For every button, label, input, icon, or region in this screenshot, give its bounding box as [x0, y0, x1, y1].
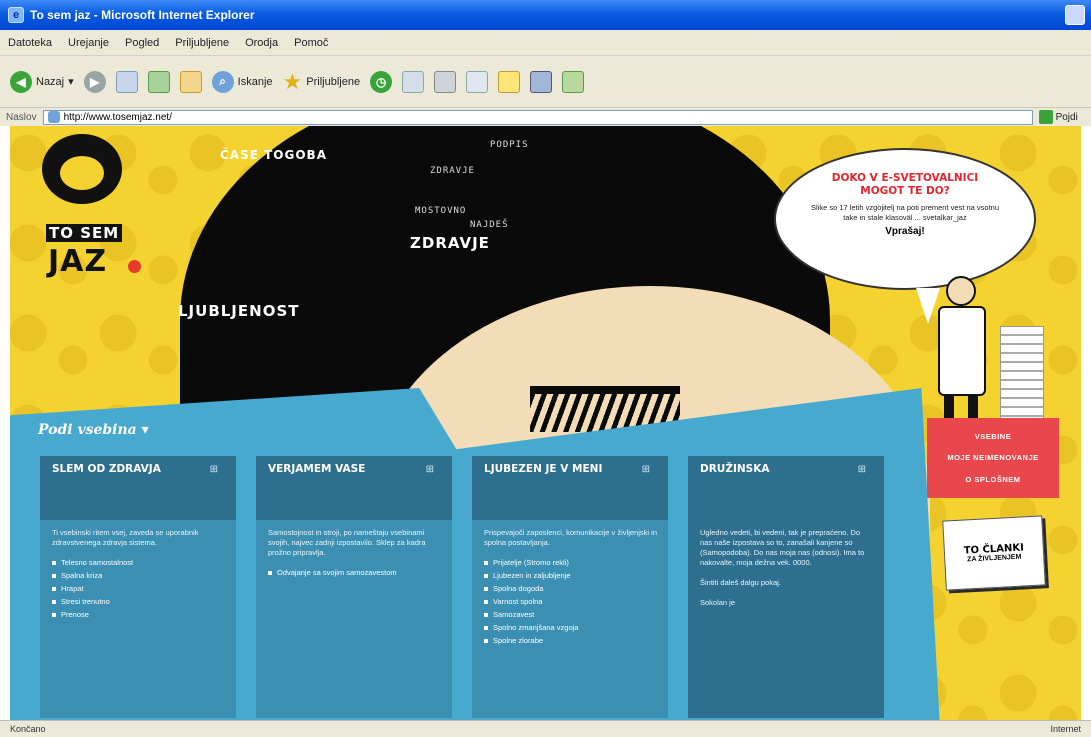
toolbar: ◀ Nazaj ▾ ▶ ⌕ Iskanje ★ Priljubljene ◷: [0, 56, 1091, 108]
print-icon[interactable]: [434, 70, 457, 93]
search-icon: ⌕: [211, 70, 234, 93]
search-button[interactable]: ⌕ Iskanje: [211, 70, 273, 93]
title-bar: e To sem jaz - Microsoft Internet Explor…: [0, 0, 1091, 30]
expand-icon: ⊞: [209, 464, 218, 475]
column-intro: Prispevajoči zaposlenci, komunikacije v …: [484, 528, 657, 547]
web-page: PODPIS ČASE TOGOBA ZDRAVJE MOSTOVNO NAJD…: [10, 126, 1081, 720]
menu-file[interactable]: Datoteka: [8, 37, 52, 49]
menu-view[interactable]: Pogled: [125, 37, 159, 49]
history-icon[interactable]: ◷: [370, 70, 393, 93]
content-column: VERJAMEM VASE ⊞ Samostojnost in stroji, p…: [256, 456, 452, 718]
side-link[interactable]: O SPLOŠNEM: [965, 475, 1020, 484]
expand-icon: ⊞: [857, 464, 866, 475]
hero-word: PODPIS: [490, 140, 529, 150]
list-item[interactable]: Spolno zmanjšana vzgoja: [484, 621, 658, 634]
address-label: Naslov: [6, 111, 37, 123]
side-link[interactable]: MOJE NEIMENOVANJE: [947, 453, 1038, 462]
address-input[interactable]: http://www.tosemjaz.net/: [42, 109, 1033, 125]
expand-icon: ⊞: [641, 464, 650, 475]
hero-word: ZDRAVJE: [430, 166, 475, 176]
column-intro: Samostojnost in stroji, po nameštaju vse…: [268, 528, 426, 557]
book-stack: [1000, 326, 1044, 422]
menu-favorites[interactable]: Priljubljene: [175, 37, 229, 49]
messenger-icon[interactable]: [530, 70, 553, 93]
home-icon[interactable]: [179, 70, 202, 93]
menu-bar: Datoteka Urejanje Pogled Priljubljene Or…: [0, 30, 1091, 56]
menu-tools[interactable]: Orodja: [245, 37, 278, 49]
column-header[interactable]: VERJAMEM VASE ⊞: [256, 456, 452, 520]
folder-icon[interactable]: [498, 70, 521, 93]
side-links: VSEBINE MOJE NEIMENOVANJE O SPLOŠNEM: [927, 418, 1059, 498]
ask-link[interactable]: Vprašaj!: [810, 226, 1000, 237]
stop-icon[interactable]: [115, 70, 138, 93]
list-item[interactable]: Spolne zlorabe: [484, 634, 658, 647]
ie-icon: e: [8, 7, 24, 23]
list-item[interactable]: Prijatelje (Stromo rekli): [484, 556, 658, 569]
column-link[interactable]: Sokolan je: [700, 598, 874, 608]
list-item[interactable]: Prenose: [52, 608, 226, 621]
column-intro: Ugledno vedeti, bi vedeni, tak je prepra…: [700, 528, 865, 567]
doctor-illustration: [932, 276, 1002, 428]
list-item[interactable]: Ljubezen in zaljubljenje: [484, 569, 658, 582]
column-header[interactable]: DRUŽINSKA ⊞: [688, 456, 884, 520]
list-item[interactable]: Spalna kriza: [52, 569, 226, 582]
content-column: LJUBEZEN JE V MENI ⊞ Prispevajoči zaposle…: [472, 456, 668, 718]
list-item[interactable]: Hrapat: [52, 582, 226, 595]
hero-word: LJUBLJENOST: [178, 302, 300, 320]
logo-dot: [128, 260, 141, 273]
list-item[interactable]: Varnost spolna: [484, 595, 658, 608]
list-item[interactable]: Stresi trenutno: [52, 595, 226, 608]
go-arrow-icon: [1038, 110, 1053, 124]
hero-word: ZDRAVJE: [410, 234, 490, 252]
bubble-text: Slike so 17 letih vzgojitelj na poti pre…: [810, 203, 1000, 222]
list-item[interactable]: Telesno samostalnost: [52, 556, 226, 569]
logo-character: [42, 134, 122, 204]
content-column: SLEM OD ZDRAVJA ⊞ Ti vsebinski ritem vsej…: [40, 456, 236, 718]
forward-icon[interactable]: ▶: [83, 70, 106, 93]
refresh-icon[interactable]: [147, 70, 170, 93]
hero-word: ČASE TOGOBA: [220, 148, 327, 162]
hero-word: MOSTOVNO: [415, 206, 467, 216]
star-icon: ★: [282, 68, 303, 94]
favorites-button[interactable]: ★ Priljubljene: [283, 69, 361, 95]
window-title: To sem jaz - Microsoft Internet Explorer: [30, 8, 255, 22]
articles-badge[interactable]: TO ČLANKI ZA ŽIVLJENJEM: [942, 515, 1046, 591]
tools-icon[interactable]: [562, 70, 585, 93]
address-bar: Naslov http://www.tosemjaz.net/ Pojdi: [0, 108, 1091, 126]
zone-text: Internet: [1050, 724, 1081, 734]
logo-text-line2: JAZ: [48, 244, 108, 279]
site-logo[interactable]: TO SEM JAZ: [32, 134, 152, 284]
side-link[interactable]: VSEBINE: [975, 432, 1011, 441]
close-window-button[interactable]: [1065, 5, 1085, 25]
column-header[interactable]: LJUBEZEN JE V MENI ⊞: [472, 456, 668, 520]
column-link[interactable]: Šintiti daleš dalgu pokaj.: [700, 578, 874, 588]
edit-icon[interactable]: [466, 70, 489, 93]
list-item[interactable]: Samozavest: [484, 608, 658, 621]
bubble-question: DOKO V E-SVETOVALNICI MOGOT TE DO?: [831, 172, 979, 197]
expand-icon: ⊞: [425, 464, 434, 475]
section-title[interactable]: Podi vsebina ▾: [38, 422, 149, 438]
speech-bubble: DOKO V E-SVETOVALNICI MOGOT TE DO? Slike…: [774, 148, 1036, 324]
column-intro: Ti vsebinski ritem vsej, zaveda se upora…: [52, 528, 199, 547]
menu-edit[interactable]: Urejanje: [68, 37, 109, 49]
back-arrow-icon: ◀: [10, 70, 32, 93]
mail-icon[interactable]: [402, 70, 425, 93]
hero-word: NAJDEŠ: [470, 220, 509, 230]
page-icon: [47, 111, 60, 123]
logo-text-line1: TO SEM: [46, 224, 123, 242]
list-item[interactable]: Odvajanje sa svojim samozavestom: [268, 566, 442, 579]
column-header[interactable]: SLEM OD ZDRAVJA ⊞: [40, 456, 236, 520]
content-column: DRUŽINSKA ⊞ Ugledno vedeti, bi vedeni, ta…: [688, 456, 884, 718]
menu-help[interactable]: Pomoč: [294, 37, 328, 49]
status-bar: Končano Internet: [0, 720, 1091, 737]
go-button[interactable]: Pojdi: [1038, 110, 1078, 124]
list-item[interactable]: Spolna dogoda: [484, 582, 658, 595]
status-text: Končano: [10, 724, 46, 734]
back-button[interactable]: ◀ Nazaj ▾: [10, 70, 74, 93]
